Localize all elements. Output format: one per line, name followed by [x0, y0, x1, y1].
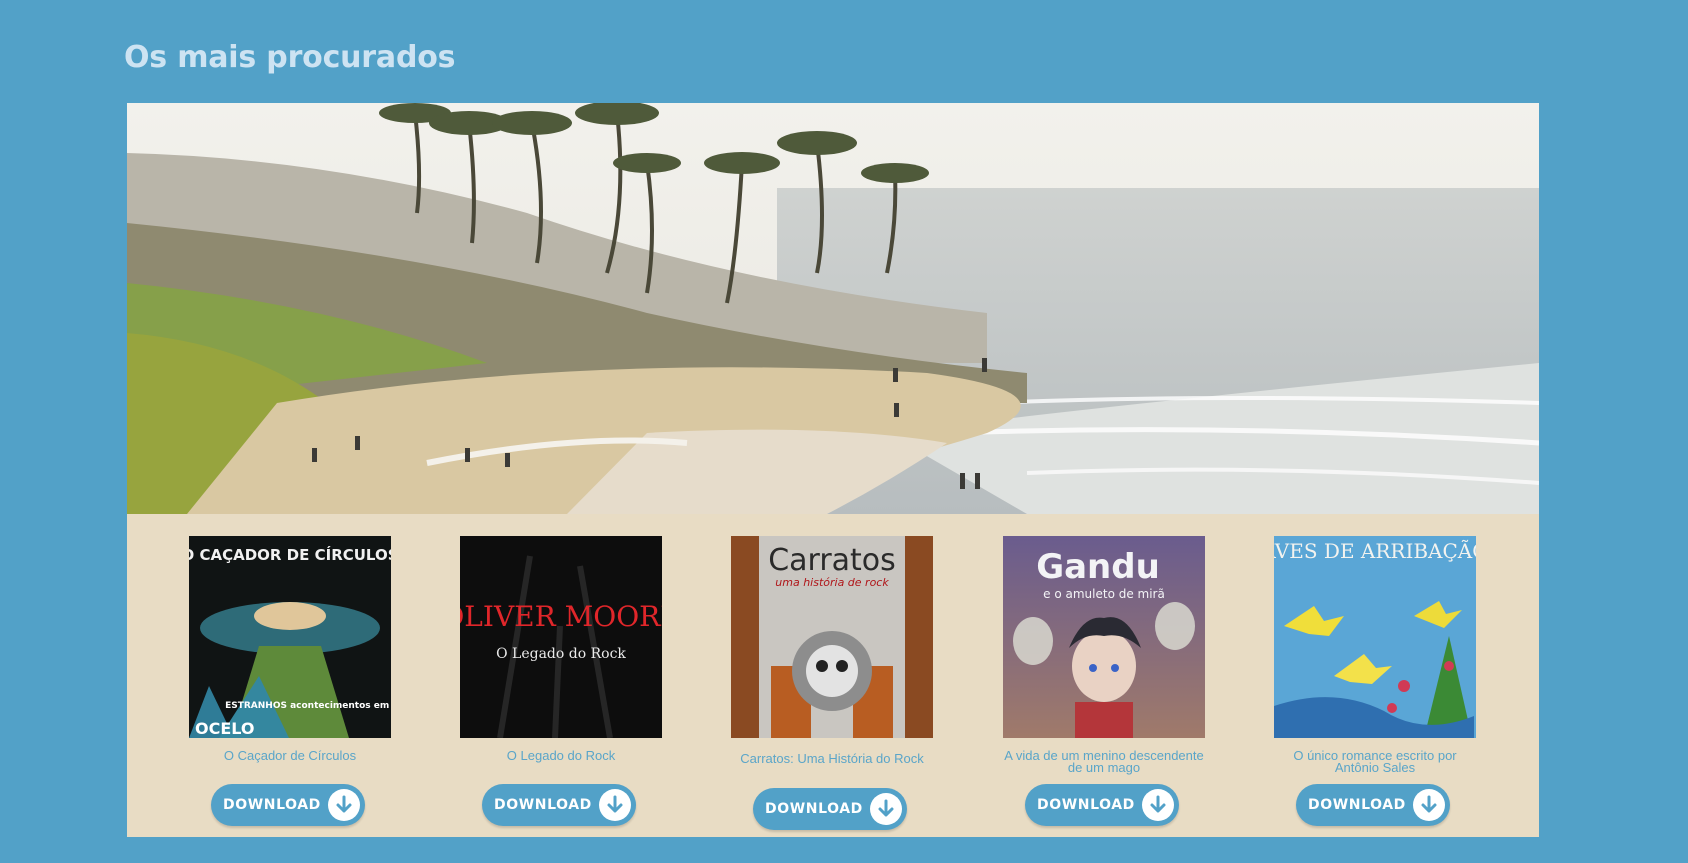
- download-arrow-icon: [328, 789, 360, 821]
- download-label: DOWNLOAD: [1308, 797, 1406, 813]
- book-card: OLIVER MOORE O Legado do Rock O Legado d…: [460, 536, 662, 826]
- cover-subtitle: ESTRANHOS acontecimentos em HAMPSHIRE: [225, 701, 391, 711]
- cover-title: Gandu: [1036, 547, 1160, 587]
- cover-subtitle: uma história de rock: [775, 576, 889, 589]
- download-arrow-icon: [599, 789, 631, 821]
- download-button[interactable]: DOWNLOAD: [482, 784, 636, 826]
- book-card: O CAÇADOR DE CÍRCULOS ESTRANHOS aconteci…: [189, 536, 391, 826]
- download-button[interactable]: DOWNLOAD: [1025, 784, 1179, 826]
- book-caption: O único romance escrito por Antônio Sale…: [1293, 748, 1457, 775]
- banner-image: [127, 103, 1539, 514]
- cover-subtitle: e o amuleto de mirã: [1043, 587, 1165, 601]
- book-caption: O Caçador de Círculos: [223, 748, 357, 763]
- book-cover[interactable]: O CAÇADOR DE CÍRCULOS ESTRANHOS aconteci…: [189, 536, 391, 738]
- book-cover[interactable]: Gandu e o amuleto de mirã: [1003, 536, 1205, 738]
- download-arrow-icon: [1142, 789, 1174, 821]
- featured-panel: O CAÇADOR DE CÍRCULOS ESTRANHOS aconteci…: [127, 103, 1539, 837]
- book-caption: O Legado do Rock: [506, 748, 616, 763]
- book-cover[interactable]: Carratos uma história de rock: [731, 536, 933, 738]
- section-title: Os mais procurados: [124, 40, 456, 75]
- download-arrow-icon: [870, 793, 902, 825]
- download-label: DOWNLOAD: [223, 797, 321, 813]
- cover-title: Carratos: [768, 543, 896, 578]
- download-label: DOWNLOAD: [1037, 797, 1135, 813]
- cover-title: AVES DE ARRIBAÇÃO: [1274, 539, 1476, 563]
- download-button[interactable]: DOWNLOAD: [753, 788, 907, 830]
- book-caption: A vida de um menino descendente de um ma…: [1004, 748, 1204, 775]
- download-label: DOWNLOAD: [494, 797, 592, 813]
- book-card: Gandu e o amuleto de mirã A vida de um m…: [1003, 536, 1205, 826]
- download-button[interactable]: DOWNLOAD: [211, 784, 365, 826]
- download-label: DOWNLOAD: [765, 801, 863, 817]
- cover-subtitle: O Legado do Rock: [496, 646, 626, 662]
- book-card: AVES DE ARRIBAÇÃO O único romance escrit…: [1274, 536, 1476, 826]
- book-card: Carratos uma história de rock Carratos: …: [731, 536, 933, 830]
- cover-title: O CAÇADOR DE CÍRCULOS: [189, 545, 391, 564]
- book-caption: Carratos: Uma História do Rock: [740, 751, 924, 766]
- cover-author: OCELO: [195, 719, 255, 738]
- cover-title: OLIVER MOORE: [460, 600, 662, 633]
- book-cover[interactable]: OLIVER MOORE O Legado do Rock: [460, 536, 662, 738]
- download-button[interactable]: DOWNLOAD: [1296, 784, 1450, 826]
- book-cover[interactable]: AVES DE ARRIBAÇÃO: [1274, 536, 1476, 738]
- download-arrow-icon: [1413, 789, 1445, 821]
